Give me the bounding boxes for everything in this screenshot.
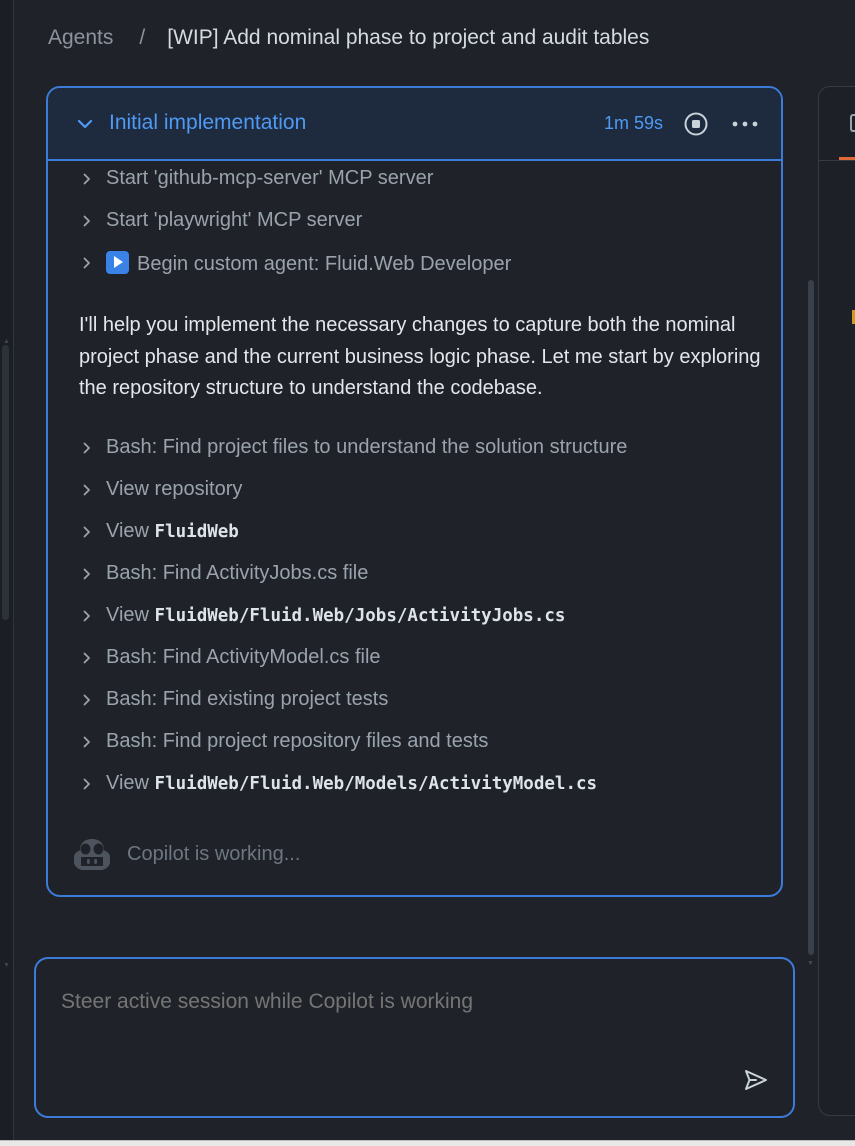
step-item[interactable]: Bash: Find existing project tests — [48, 685, 781, 715]
session-header[interactable]: Initial implementation 1m 59s — [48, 88, 781, 161]
chevron-right-icon[interactable] — [80, 483, 94, 497]
chevron-right-icon[interactable] — [80, 525, 94, 539]
side-panel-tab-icon[interactable] — [850, 114, 855, 132]
breadcrumb-agents-link[interactable]: Agents — [48, 26, 113, 50]
chevron-right-icon[interactable] — [80, 567, 94, 581]
chat-scrollbar-thumb[interactable] — [808, 280, 814, 955]
step-label: Bash: Find project repository files and … — [106, 730, 489, 752]
stop-icon[interactable] — [682, 110, 710, 138]
step-item[interactable]: Start 'playwright' MCP server — [48, 206, 781, 236]
step-label: Bash: Find existing project tests — [106, 688, 389, 710]
elapsed-time: 1m 59s — [604, 113, 664, 133]
chevron-right-icon[interactable] — [80, 172, 94, 186]
step-item[interactable]: Bash: Find ActivityModel.cs file — [48, 643, 781, 673]
step-label: View FluidWeb/Fluid.Web/Models/ActivityM… — [106, 772, 598, 794]
step-item[interactable]: Bash: Find project repository files and … — [48, 727, 781, 757]
step-label-wrapper: Begin custom agent: Fluid.Web Developer — [106, 251, 511, 276]
copilot-icon — [74, 839, 110, 870]
session-panel: Initial implementation 1m 59s Start 'git… — [46, 86, 783, 897]
chevron-right-icon[interactable] — [80, 693, 94, 707]
step-label: View FluidWeb — [106, 520, 239, 542]
step-item[interactable]: View repository — [48, 475, 781, 505]
left-scrollbar-thumb[interactable] — [2, 345, 9, 620]
step-item[interactable]: View FluidWeb/Fluid.Web/Jobs/ActivityJob… — [48, 601, 781, 631]
steer-input[interactable] — [61, 990, 761, 1014]
step-label: View repository — [106, 478, 243, 500]
chevron-right-icon[interactable] — [80, 214, 94, 228]
steer-input-box[interactable] — [34, 957, 795, 1118]
agent-session-page: ▲ ▼ Agents / [WIP] Add nominal phase to … — [0, 0, 855, 1146]
chevron-right-icon[interactable] — [80, 651, 94, 665]
step-item[interactable]: Start 'github-mcp-server' MCP server — [48, 164, 781, 194]
side-panel — [818, 86, 855, 1116]
send-icon[interactable] — [742, 1066, 770, 1094]
chevron-right-icon[interactable] — [80, 777, 94, 791]
chevron-right-icon[interactable] — [80, 441, 94, 455]
breadcrumb-task-title: [WIP] Add nominal phase to project and a… — [167, 26, 650, 49]
chevron-right-icon[interactable] — [80, 735, 94, 749]
step-label: View FluidWeb/Fluid.Web/Jobs/ActivityJob… — [106, 604, 566, 626]
breadcrumb-separator: / — [139, 26, 146, 49]
play-button-icon — [106, 251, 129, 274]
chevron-right-icon[interactable] — [80, 256, 94, 270]
more-options-icon[interactable] — [730, 110, 760, 138]
breadcrumb: Agents / [WIP] Add nominal phase to proj… — [48, 24, 649, 52]
step-label: Bash: Find ActivityJobs.cs file — [106, 562, 369, 584]
step-label: Start 'playwright' MCP server — [106, 209, 363, 231]
side-panel-divider — [819, 160, 855, 161]
step-item[interactable]: Bash: Find ActivityJobs.cs file — [48, 559, 781, 589]
window-bottom-edge — [0, 1140, 855, 1146]
chevron-right-icon[interactable] — [80, 609, 94, 623]
step-item[interactable]: Bash: Find project files to understand t… — [48, 433, 781, 463]
working-status: Copilot is working... — [72, 836, 300, 872]
scroll-down-arrow-icon[interactable]: ▼ — [3, 962, 10, 969]
left-scrollbar[interactable]: ▲ ▼ — [0, 0, 14, 1146]
chevron-down-icon[interactable] — [76, 115, 94, 133]
step-item[interactable]: View FluidWeb/Fluid.Web/Models/ActivityM… — [48, 769, 781, 799]
session-title[interactable]: Initial implementation — [109, 111, 306, 135]
scroll-down-arrow-icon[interactable]: ▼ — [807, 960, 814, 967]
step-item[interactable]: View FluidWeb — [48, 517, 781, 547]
agent-message: I'll help you implement the necessary ch… — [79, 314, 761, 399]
step-label: Start 'github-mcp-server' MCP server — [106, 167, 434, 189]
step-label: Begin custom agent: Fluid.Web Developer — [137, 253, 512, 275]
scroll-up-arrow-icon[interactable]: ▲ — [3, 338, 10, 345]
step-label: Bash: Find ActivityModel.cs file — [106, 646, 381, 668]
working-status-text: Copilot is working... — [127, 842, 301, 865]
side-panel-active-tab-indicator — [839, 157, 855, 160]
step-label: Bash: Find project files to understand t… — [106, 436, 628, 458]
step-item[interactable]: Begin custom agent: Fluid.Web Developer — [48, 248, 781, 278]
